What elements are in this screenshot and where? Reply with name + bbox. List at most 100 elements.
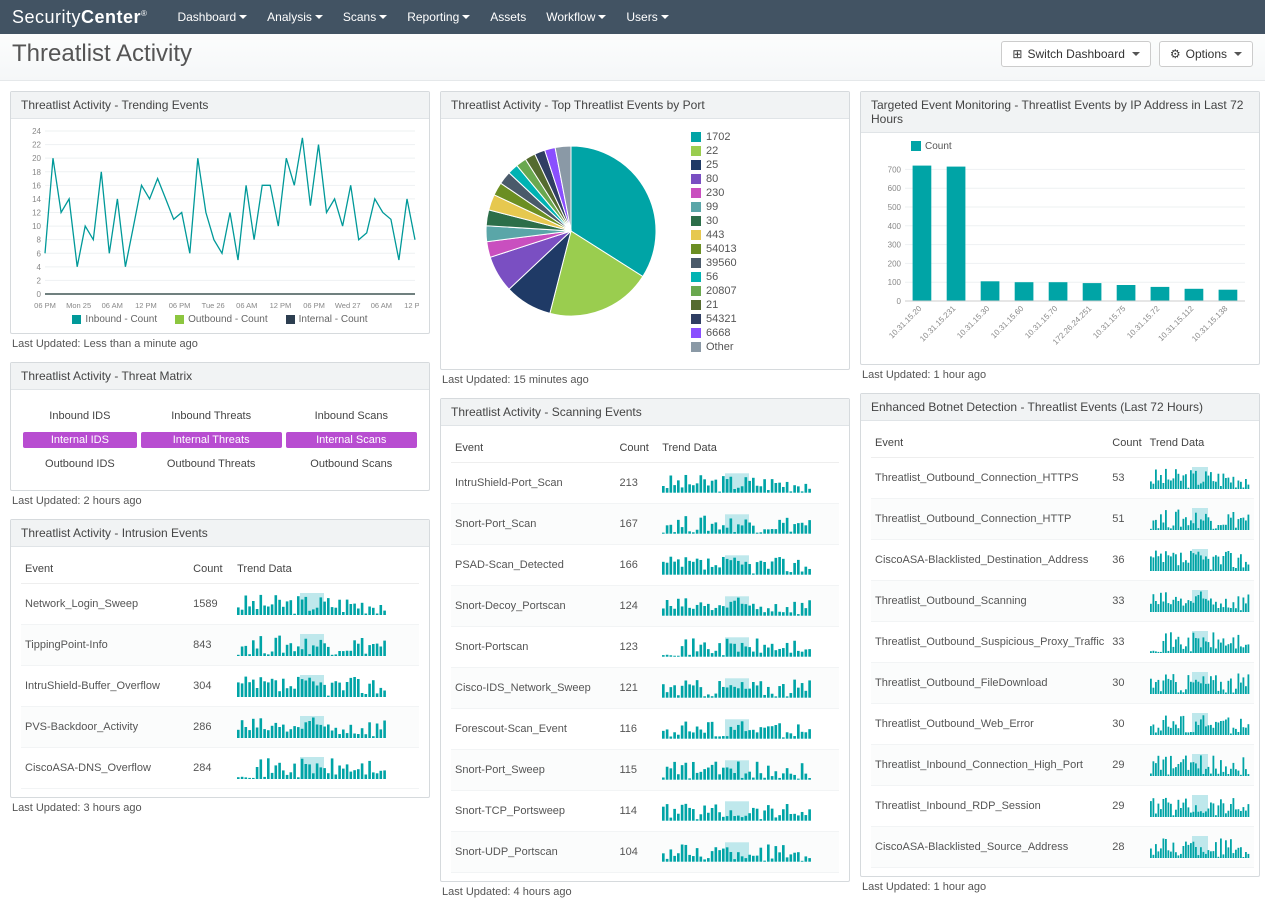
svg-text:20: 20 [32,154,41,163]
table-row[interactable]: Network_Login_Sweep1589 [21,584,419,625]
nav-workflow[interactable]: Workflow [546,10,606,24]
ip-bar-chart[interactable]: 010020030040050060070010.31.15.2010.31.1… [871,156,1249,356]
table-row[interactable]: Threatlist_Outbound_Suspicious_Proxy_Tra… [871,622,1254,663]
table-row[interactable]: Snort-Port_Scan167 [451,504,839,545]
matrix-cell[interactable]: Outbound Threats [139,452,284,476]
matrix-cell[interactable]: Outbound IDS [21,452,139,476]
scanning-events-table[interactable]: EventCountTrend DataIntruShield-Port_Sca… [451,434,839,873]
brand-part1: Security [12,7,81,27]
table-row[interactable]: Snort-UDP_Portscan104 [451,832,839,873]
matrix-cell[interactable]: Internal Threats [139,428,284,452]
table-row[interactable]: PVS-Backdoor_Activity286 [21,707,419,748]
table-row[interactable]: IntruShield-Port_Scan213 [451,463,839,504]
nav-dashboard[interactable]: Dashboard [177,10,247,24]
col-header: Count [189,555,233,584]
table-row[interactable]: CiscoASA-DNS_Overflow284 [21,748,419,789]
panel-body: 02468101214161820222406 PMMon 2506 AM12 … [11,119,429,333]
pie-legend-item[interactable]: 230 [691,187,737,199]
nav-analysis[interactable]: Analysis [267,10,323,24]
nav-scans[interactable]: Scans [343,10,387,24]
svg-text:300: 300 [888,241,902,250]
svg-text:100: 100 [888,278,902,287]
legend-inbound: Inbound - Count [72,314,157,325]
matrix-cell[interactable]: Outbound Scans [284,452,419,476]
event-count: 29 [1108,745,1145,786]
threat-matrix-table[interactable]: Inbound IDSInbound ThreatsInbound ScansI… [21,404,419,476]
brand-part2: Center [81,7,141,27]
options-label: Options [1186,47,1227,61]
matrix-cell[interactable]: Inbound Scans [284,404,419,428]
nav-users[interactable]: Users [626,10,668,24]
pie-legend-item[interactable]: 39560 [691,257,737,269]
event-count: 213 [615,463,658,504]
table-row[interactable]: TippingPoint-Info843 [21,625,419,666]
table-row[interactable]: Snort-Portscan123 [451,627,839,668]
pie-legend-item[interactable]: 30 [691,215,737,227]
pie-legend-item[interactable]: 25 [691,159,737,171]
panel-botnet: Enhanced Botnet Detection - Threatlist E… [860,393,1260,895]
svg-text:10.31.15.20: 10.31.15.20 [887,304,924,341]
event-count: 124 [615,586,658,627]
event-name: CiscoASA-Blacklisted_Source_Address [871,827,1108,868]
table-row[interactable]: Threatlist_Outbound_Connection_HTTPS53 [871,458,1254,499]
pie-legend-item[interactable]: 80 [691,173,737,185]
event-name: IntruShield-Port_Scan [451,463,615,504]
event-name: Threatlist_Outbound_Connection_HTTP [871,499,1108,540]
table-row[interactable]: IntruShield-Buffer_Overflow304 [21,666,419,707]
svg-text:8: 8 [37,236,42,245]
matrix-cell[interactable]: Internal IDS [21,428,139,452]
matrix-cell[interactable]: Inbound Threats [139,404,284,428]
nav-reporting[interactable]: Reporting [407,10,470,24]
event-count: 121 [615,668,658,709]
pie-legend-item[interactable]: Other [691,341,737,353]
svg-text:10.31.15.231: 10.31.15.231 [918,304,958,344]
event-trend [1146,581,1254,622]
table-row[interactable]: Cisco-IDS_Network_Sweep121 [451,668,839,709]
pie-legend-item[interactable]: 22 [691,145,737,157]
table-row[interactable]: Threatlist_Outbound_Connection_HTTP51 [871,499,1254,540]
panel-footer: Last Updated: 3 hours ago [10,798,430,816]
panel-footer: Last Updated: 1 hour ago [860,365,1260,383]
matrix-cell[interactable]: Internal Scans [284,428,419,452]
table-row[interactable]: Threatlist_Outbound_Web_Error30 [871,704,1254,745]
event-trend [658,504,839,545]
table-row[interactable]: Threatlist_Inbound_RDP_Session29 [871,786,1254,827]
pie-legend-item[interactable]: 1702 [691,131,737,143]
brand-logo[interactable]: SecurityCenter® [12,7,147,28]
table-row[interactable]: Threatlist_Outbound_FileDownload30 [871,663,1254,704]
pie-legend-item[interactable]: 20807 [691,285,737,297]
event-name: CiscoASA-DNS_Overflow [21,748,189,789]
pie-legend-item[interactable]: 56 [691,271,737,283]
table-row[interactable]: Snort-TCP_Portsweep114 [451,791,839,832]
panel-title: Targeted Event Monitoring - Threatlist E… [861,92,1259,133]
event-trend [1146,663,1254,704]
table-row[interactable]: CiscoASA-Blacklisted_Destination_Address… [871,540,1254,581]
svg-text:Mon 25: Mon 25 [66,301,91,310]
pie-legend-item[interactable]: 99 [691,201,737,213]
table-row[interactable]: PSAD-Scan_Detected166 [451,545,839,586]
matrix-cell[interactable]: Inbound IDS [21,404,139,428]
table-row[interactable]: Snort-Decoy_Portscan124 [451,586,839,627]
chevron-down-icon [661,15,669,19]
pie-legend-item[interactable]: 443 [691,229,737,241]
botnet-events-table[interactable]: EventCountTrend DataThreatlist_Outbound_… [871,429,1254,868]
pie-legend-item[interactable]: 21 [691,299,737,311]
event-name: Snort-TCP_Portsweep [451,791,615,832]
options-button[interactable]: Options [1159,41,1253,67]
table-row[interactable]: Threatlist_Outbound_Scanning33 [871,581,1254,622]
table-row[interactable]: CiscoASA-Blacklisted_Source_Address28 [871,827,1254,868]
pie-legend-item[interactable]: 6668 [691,327,737,339]
panel-intrusion: Threatlist Activity - Intrusion Events E… [10,519,430,816]
pie-chart[interactable] [451,131,671,331]
pie-legend-item[interactable]: 54013 [691,243,737,255]
intrusion-events-table[interactable]: EventCountTrend DataNetwork_Login_Sweep1… [21,555,419,789]
switch-dashboard-button[interactable]: Switch Dashboard [1001,41,1150,67]
trending-legend: Inbound - Count Outbound - Count Interna… [21,314,419,325]
trending-chart[interactable]: 02468101214161820222406 PMMon 2506 AM12 … [21,127,419,312]
table-row[interactable]: Forescout-Scan_Event116 [451,709,839,750]
pie-legend-item[interactable]: 54321 [691,313,737,325]
svg-text:10.31.15.60: 10.31.15.60 [989,304,1026,341]
table-row[interactable]: Threatlist_Inbound_Connection_High_Port2… [871,745,1254,786]
table-row[interactable]: Snort-Port_Sweep115 [451,750,839,791]
nav-assets[interactable]: Assets [490,10,526,24]
